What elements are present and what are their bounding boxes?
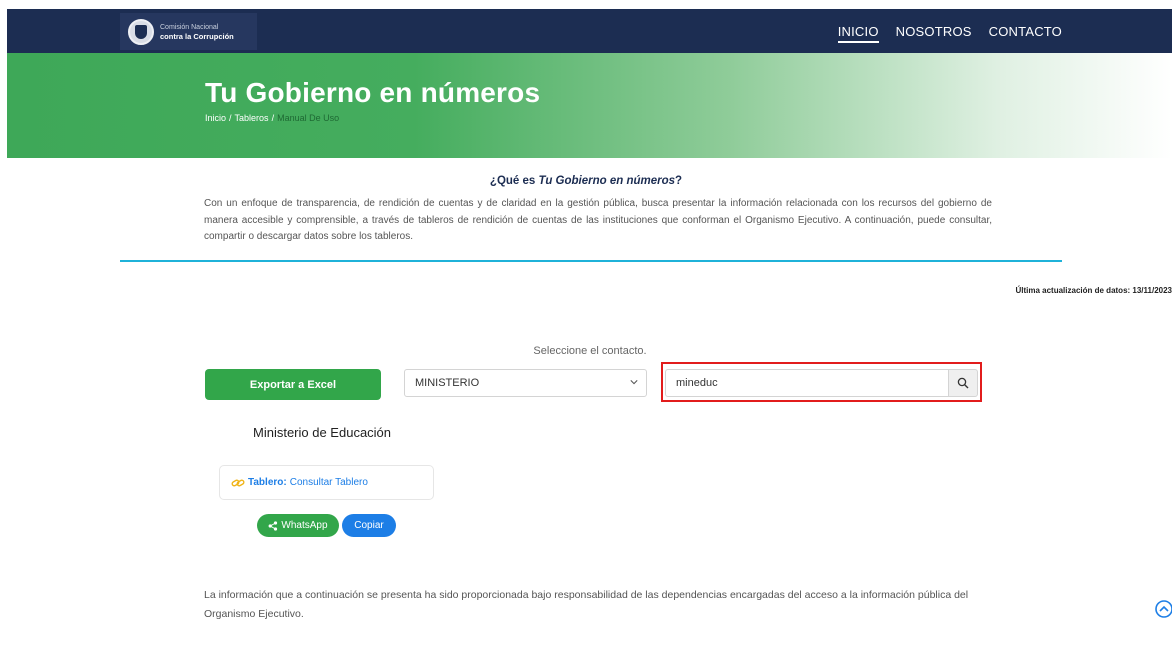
export-excel-button[interactable]: Exportar a Excel [205, 369, 381, 400]
breadcrumb-separator: / [271, 113, 275, 123]
select-contact-label: Seleccione el contacto. [533, 345, 647, 357]
breadcrumb-current: Manual De Uso [277, 113, 340, 123]
section-divider [120, 260, 1062, 262]
about-heading-prefix: ¿Qué es [489, 175, 539, 187]
nav-links: INICIO NOSOTROS CONTACTO [837, 9, 1062, 53]
consult-dashboard-link[interactable]: Consultar Tablero [290, 477, 368, 488]
search-button[interactable] [948, 369, 978, 397]
whatsapp-label: WhatsApp [281, 520, 328, 531]
logo-line2: contra la Corrupción [160, 31, 234, 41]
nav-link-inicio[interactable]: INICIO [837, 24, 879, 43]
about-heading: ¿Qué es Tu Gobierno en números? [0, 175, 1172, 187]
card-label: Tablero: [248, 477, 287, 488]
search-icon [957, 377, 969, 389]
breadcrumb-separator: / [229, 113, 232, 123]
result-title: Ministerio de Educación [253, 425, 392, 440]
whatsapp-share-button[interactable]: WhatsApp [257, 514, 339, 537]
select-value: MINISTERIO [415, 377, 480, 389]
link-icon [231, 479, 245, 486]
nav-link-nosotros[interactable]: NOSOTROS [896, 24, 972, 39]
site-logo[interactable]: Comisión Nacional contra la Corrupción [120, 13, 257, 50]
about-heading-suffix: ? [675, 175, 683, 187]
logo-text: Comisión Nacional contra la Corrupción [160, 23, 234, 41]
about-text: Con un enfoque de transparencia, de rend… [204, 198, 992, 242]
footer-note: La información que a continuación se pre… [204, 589, 969, 620]
copy-button[interactable]: Copiar [342, 514, 396, 537]
search-input[interactable] [665, 369, 949, 397]
institution-type-select[interactable]: MINISTERIO [404, 369, 647, 397]
scroll-top-icon[interactable] [1154, 598, 1172, 620]
share-icon [269, 520, 278, 531]
hero-banner: Tu Gobierno en números Inicio / Tableros… [7, 53, 1172, 158]
breadcrumb-home[interactable]: Inicio [205, 113, 226, 123]
seal-icon [128, 18, 154, 45]
page-title: Tu Gobierno en números [205, 77, 541, 108]
chevron-down-icon [630, 380, 638, 385]
nav-link-contacto[interactable]: CONTACTO [989, 24, 1062, 39]
breadcrumb-tableros[interactable]: Tableros [235, 113, 269, 123]
last-update-label: Última actualización de datos: 13/11/202… [1015, 286, 1172, 295]
result-card: Tablero: Consultar Tablero [219, 465, 434, 500]
about-heading-emphasis: Tu Gobierno en números [538, 175, 676, 187]
top-navbar: Comisión Nacional contra la Corrupción I… [7, 9, 1172, 53]
logo-line1: Comisión Nacional [160, 23, 219, 31]
breadcrumb: Inicio / Tableros / Manual De Uso [205, 113, 339, 123]
